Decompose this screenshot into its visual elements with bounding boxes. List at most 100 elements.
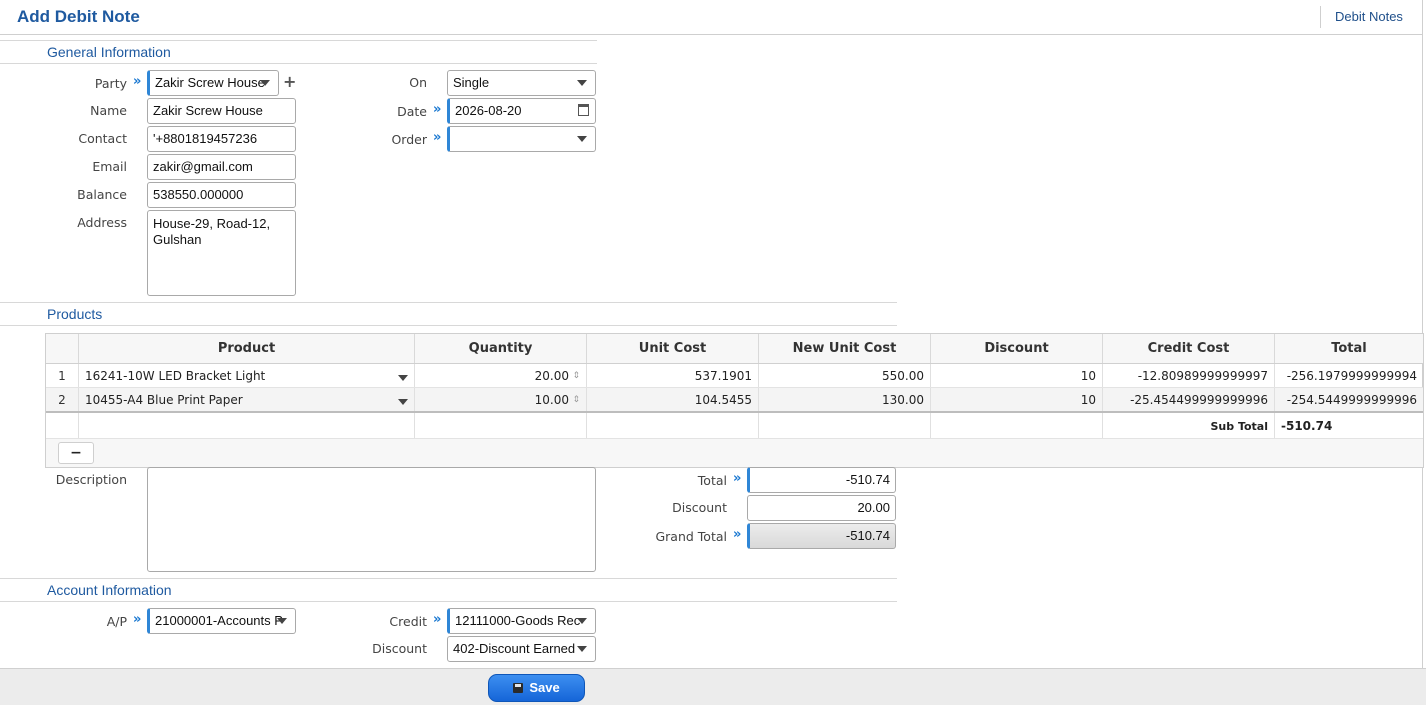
order-select[interactable] — [447, 126, 596, 152]
column-header-total[interactable]: Total — [1274, 334, 1423, 364]
spinner-icon[interactable]: ⇕ — [572, 396, 580, 405]
ap-account-select[interactable]: 21000001-Accounts P — [147, 608, 296, 634]
credit-label: Credit — [389, 614, 427, 629]
balance-label: Balance — [77, 187, 127, 202]
on-select[interactable]: Single — [447, 70, 596, 96]
column-header-unit-cost[interactable]: Unit Cost — [586, 334, 759, 364]
product-cell[interactable]: 16241-10W LED Bracket Light — [78, 363, 415, 388]
header-divider — [0, 34, 1422, 35]
column-header-credit-cost[interactable]: Credit Cost — [1102, 334, 1275, 364]
calendar-icon[interactable] — [578, 104, 589, 116]
subtotal-spacer — [758, 411, 931, 439]
page-title: Add Debit Note — [17, 7, 140, 26]
column-header-quantity[interactable]: Quantity — [414, 334, 587, 364]
quantity-cell[interactable]: 10.00 ⇕ — [414, 387, 587, 413]
total-field[interactable]: -510.74 — [747, 467, 896, 493]
discount-cell[interactable]: 10 — [930, 363, 1103, 388]
discount-field[interactable]: 20.00 — [747, 495, 896, 521]
new-unit-cost-cell[interactable]: 550.00 — [758, 363, 931, 388]
address-textarea[interactable]: House-29, Road-12, Gulshan — [147, 210, 296, 296]
save-button[interactable]: Save — [488, 674, 585, 702]
order-required-icon: » — [433, 130, 442, 145]
date-label: Date — [397, 104, 427, 119]
products-top-rule — [0, 302, 897, 303]
subtotal-spacer — [78, 411, 415, 439]
discount-label: Discount — [672, 500, 727, 515]
credit-account-value: 12111000-Goods Rec — [455, 613, 581, 628]
discount-account-select[interactable]: 402-Discount Earned — [447, 636, 596, 662]
subtotal-label-text: Sub Total — [1210, 419, 1268, 433]
date-field[interactable]: 2026-08-20 — [447, 98, 596, 124]
spinner-icon[interactable]: ⇕ — [572, 372, 580, 381]
grand-total-label: Grand Total — [655, 529, 727, 544]
chevron-down-icon — [577, 80, 587, 86]
add-party-icon[interactable]: + — [283, 72, 296, 91]
column-header-new-unit-cost[interactable]: New Unit Cost — [758, 334, 931, 364]
column-header-product[interactable]: Product — [78, 334, 415, 364]
general-top-rule — [0, 40, 597, 41]
grand-total-field: -510.74 — [747, 523, 896, 549]
credit-account-select[interactable]: 12111000-Goods Rec — [447, 608, 596, 634]
ap-label: A/P — [106, 614, 127, 629]
ap-account-value: 21000001-Accounts P — [155, 613, 283, 628]
products-table: Product Quantity Unit Cost New Unit Cost… — [46, 334, 1423, 439]
total-cell: -254.5449999999996 — [1274, 387, 1423, 413]
column-header-discount[interactable]: Discount — [930, 334, 1103, 364]
debit-notes-link[interactable]: Debit Notes — [1335, 9, 1403, 24]
chevron-down-icon — [260, 80, 270, 86]
chevron-down-icon[interactable] — [398, 398, 408, 405]
subtotal-value: -510.74 — [1274, 411, 1423, 439]
table-row[interactable]: 2 10455-A4 Blue Print Paper 10.00 ⇕ 104.5… — [46, 387, 1423, 413]
save-label: Save — [529, 680, 560, 695]
party-value: Zakir Screw House — [155, 75, 265, 90]
quantity-value: 20.00 — [534, 368, 569, 383]
total-label: Total — [697, 473, 727, 488]
credit-required-icon: » — [433, 612, 442, 627]
email-field[interactable]: zakir@gmail.com — [147, 154, 296, 180]
general-bottom-rule — [0, 63, 597, 64]
new-unit-cost-cell[interactable]: 130.00 — [758, 387, 931, 413]
products-bottom-rule — [0, 325, 897, 326]
subtotal-value-text: -510.74 — [1281, 418, 1333, 433]
subtotal-spacer — [414, 411, 587, 439]
name-label: Name — [90, 103, 127, 118]
row-index: 2 — [46, 387, 79, 413]
header-separator — [1320, 6, 1321, 28]
date-required-icon: » — [433, 102, 442, 117]
grid-toolbar: − — [46, 439, 1423, 467]
ap-required-icon: » — [133, 612, 142, 627]
name-field[interactable]: Zakir Screw House — [147, 98, 296, 124]
chevron-down-icon — [577, 646, 587, 652]
chevron-down-icon — [577, 136, 587, 142]
chevron-down-icon — [577, 618, 587, 624]
products-header-row: Product Quantity Unit Cost New Unit Cost… — [46, 334, 1423, 364]
balance-field[interactable]: 538550.000000 — [147, 182, 296, 208]
product-name: 10455-A4 Blue Print Paper — [85, 392, 243, 407]
email-label: Email — [92, 159, 127, 174]
subtotal-spacer — [46, 411, 79, 439]
description-textarea[interactable] — [147, 467, 596, 572]
remove-row-button[interactable]: − — [58, 442, 94, 464]
unit-cost-cell[interactable]: 537.1901 — [586, 363, 759, 388]
product-cell[interactable]: 10455-A4 Blue Print Paper — [78, 387, 415, 413]
discount-cell[interactable]: 10 — [930, 387, 1103, 413]
quantity-cell[interactable]: 20.00 ⇕ — [414, 363, 587, 388]
party-select[interactable]: Zakir Screw House — [147, 70, 279, 96]
subtotal-spacer — [930, 411, 1103, 439]
grand-total-required-icon: » — [733, 527, 742, 542]
unit-cost-cell[interactable]: 104.5455 — [586, 387, 759, 413]
footer-bar — [0, 668, 1426, 705]
quantity-value: 10.00 — [534, 392, 569, 407]
total-cell: -256.1979999999994 — [1274, 363, 1423, 388]
credit-cost-cell: -25.454499999999996 — [1102, 387, 1275, 413]
row-index: 1 — [46, 363, 79, 388]
products-grid: Product Quantity Unit Cost New Unit Cost… — [45, 333, 1424, 468]
contact-label: Contact — [78, 131, 127, 146]
description-label: Description — [55, 472, 127, 487]
table-row[interactable]: 1 16241-10W LED Bracket Light 20.00 ⇕ 537… — [46, 363, 1423, 388]
contact-field[interactable]: '+8801819457236 — [147, 126, 296, 152]
account-top-rule — [0, 578, 897, 579]
general-information-title: General Information — [47, 44, 171, 60]
chevron-down-icon[interactable] — [398, 374, 408, 381]
column-header-index — [46, 334, 79, 364]
